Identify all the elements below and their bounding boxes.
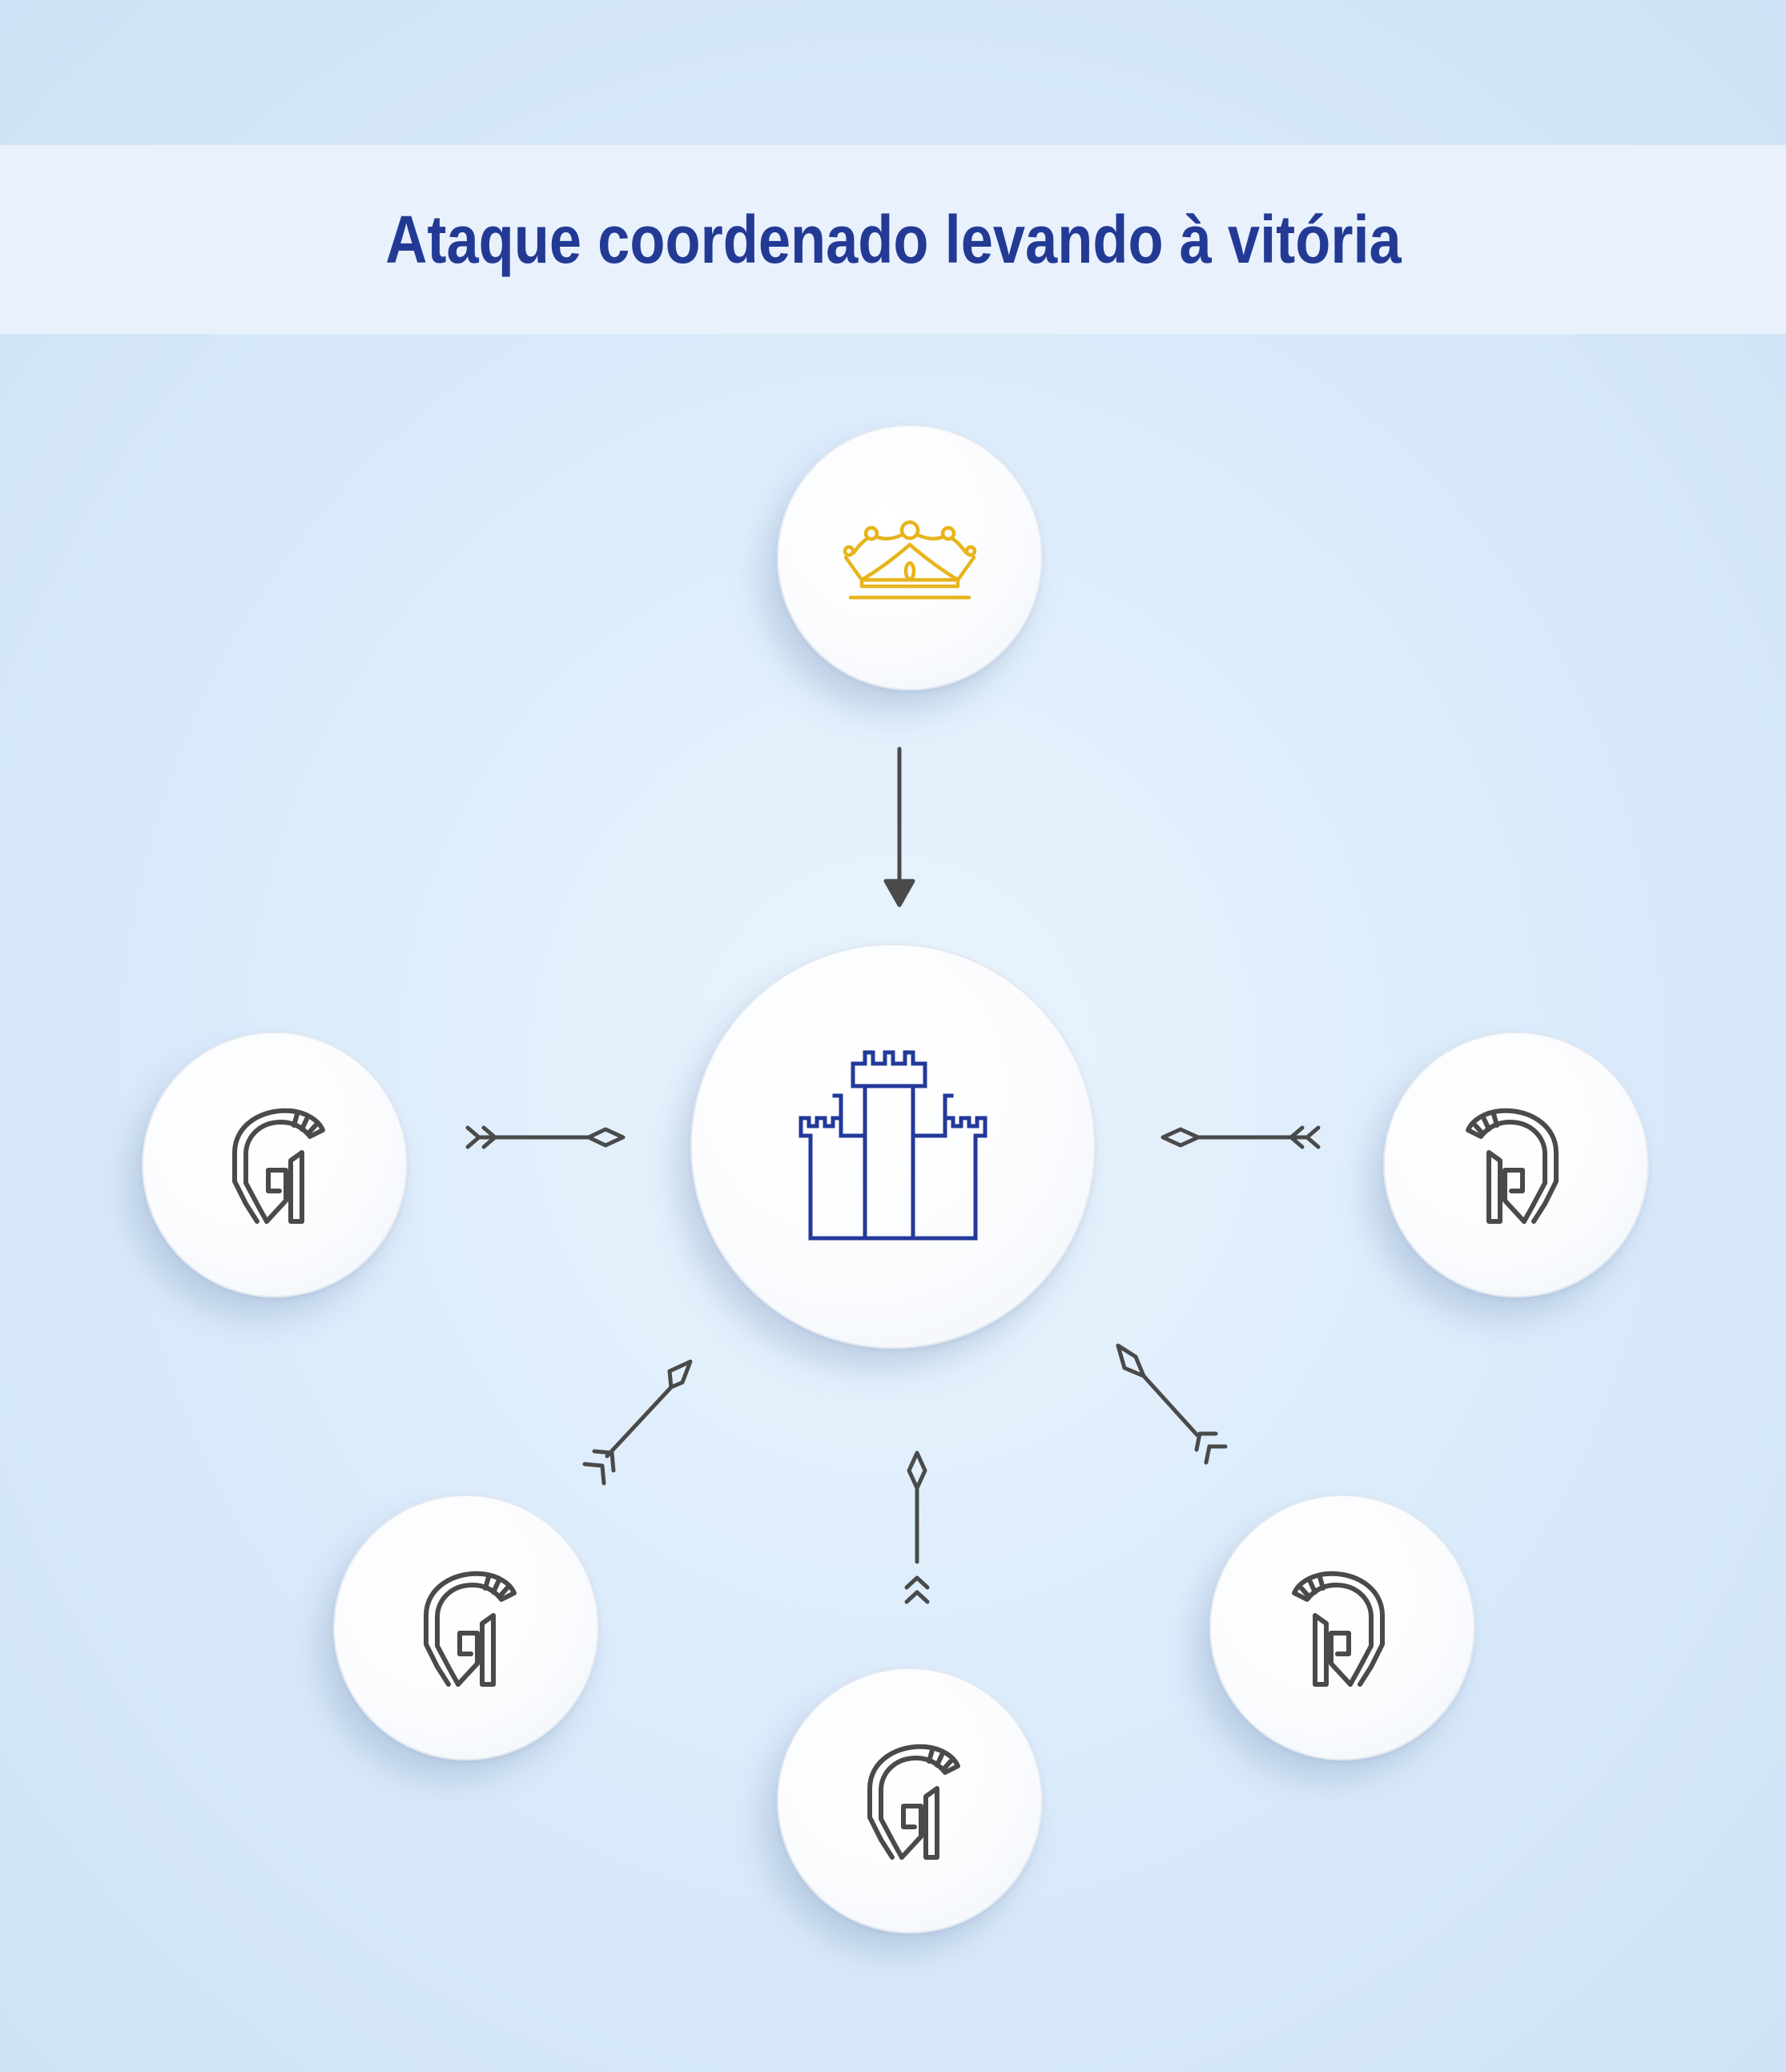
crown-icon xyxy=(843,520,977,600)
warrior-node-left xyxy=(142,1032,408,1298)
spear-left xyxy=(465,1125,626,1149)
castle-node xyxy=(690,943,1096,1349)
spear-bottom-right xyxy=(1116,1343,1228,1465)
spear-bottom xyxy=(904,1450,930,1604)
spear-right xyxy=(1160,1125,1321,1149)
helmet-icon xyxy=(854,1740,966,1861)
warrior-node-bottom xyxy=(777,1668,1043,1933)
arrow-crown-to-castle xyxy=(883,746,915,907)
spear-bottom-left xyxy=(582,1359,693,1486)
helmet-icon xyxy=(1460,1104,1572,1225)
castle-icon xyxy=(798,1050,988,1241)
warrior-node-bottom-right xyxy=(1209,1495,1475,1760)
warrior-node-bottom-left xyxy=(333,1495,599,1760)
helmet-icon xyxy=(1286,1567,1398,1688)
helmet-icon xyxy=(410,1567,522,1688)
crown-node xyxy=(777,424,1043,690)
warrior-node-right xyxy=(1383,1032,1649,1298)
helmet-icon xyxy=(219,1104,331,1225)
